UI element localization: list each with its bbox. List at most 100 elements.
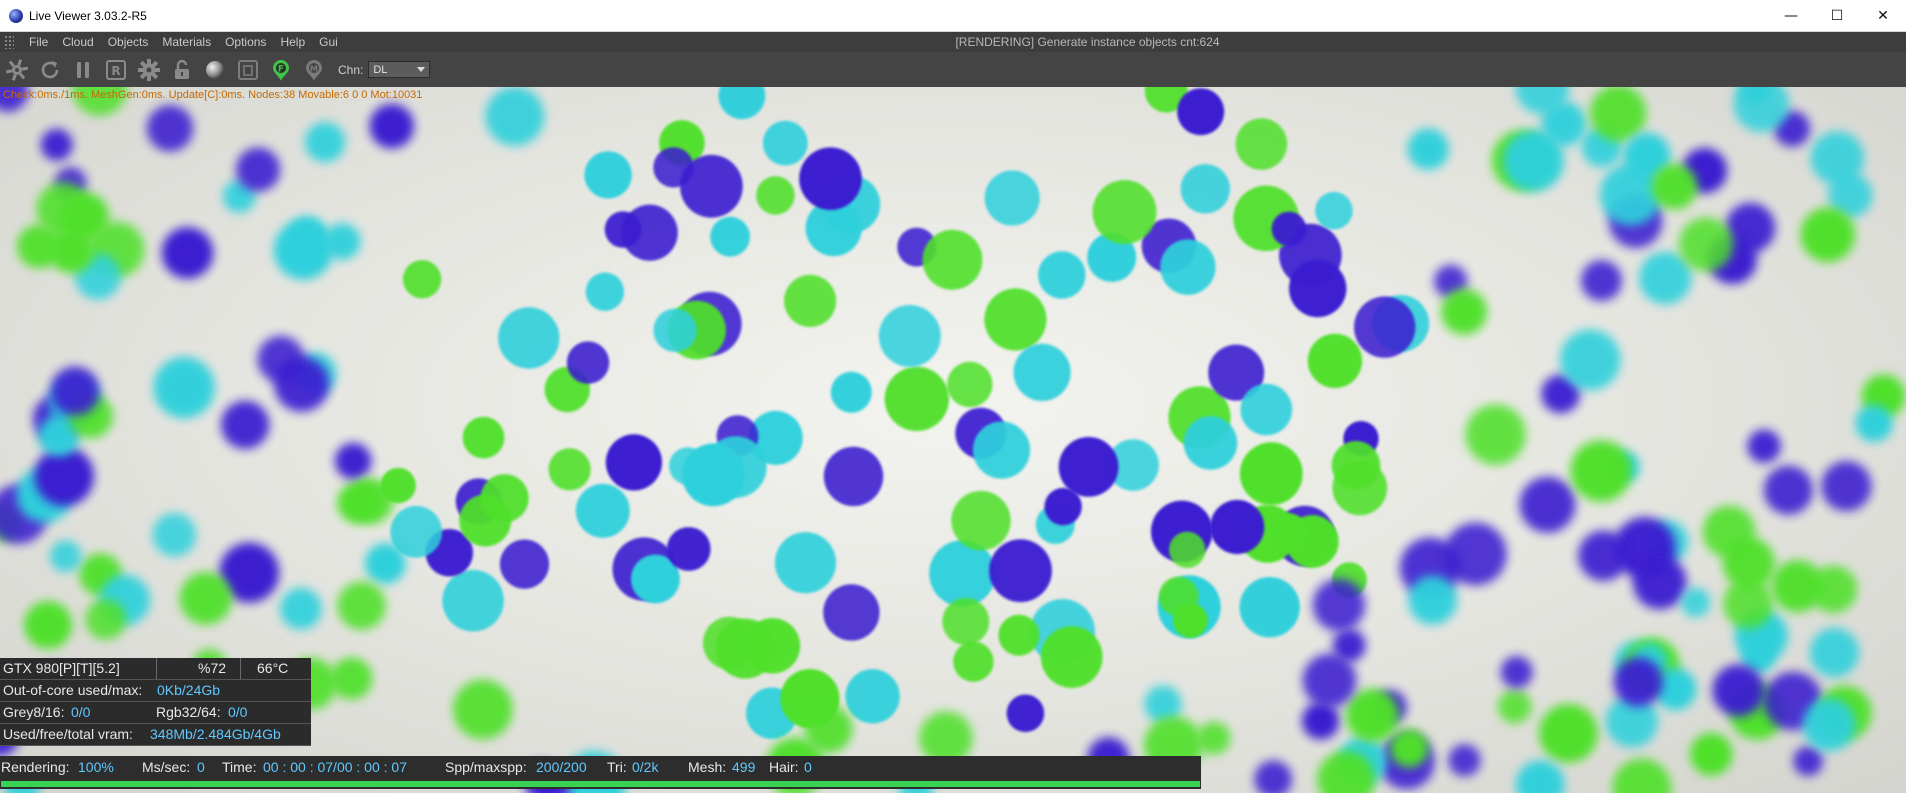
sphere xyxy=(1651,163,1698,210)
sphere xyxy=(1407,128,1449,170)
hair-label: Hair: xyxy=(769,759,799,775)
sphere xyxy=(947,361,993,408)
sphere xyxy=(1390,729,1429,768)
sphere xyxy=(1810,131,1865,185)
sphere xyxy=(236,147,281,192)
sphere xyxy=(929,540,996,607)
material-ball-icon xyxy=(206,60,224,79)
menu-help[interactable]: Help xyxy=(273,32,312,52)
sphere xyxy=(666,527,711,571)
close-button[interactable]: ✕ xyxy=(1860,0,1906,31)
spp-label: Spp/maxspp: xyxy=(445,759,527,775)
sphere xyxy=(823,584,880,641)
sphere xyxy=(334,442,372,480)
vram-row: Used/free/total vram: 348Mb/2.484Gb/4Gb xyxy=(0,724,311,746)
pause-render-button[interactable] xyxy=(69,56,97,84)
sphere xyxy=(804,705,853,753)
menu-cloud[interactable]: Cloud xyxy=(55,32,100,52)
sphere xyxy=(49,540,82,572)
sphere xyxy=(1689,732,1733,776)
sphere xyxy=(548,448,591,491)
sphere xyxy=(1855,404,1893,443)
mesh-label: Mesh: xyxy=(688,759,727,775)
focus-picker-button[interactable]: F xyxy=(267,56,295,84)
sphere xyxy=(1158,576,1199,617)
sphere xyxy=(1160,239,1216,295)
sphere xyxy=(774,532,837,594)
gpu-info-panel: GTX 980[P][T][5.2] %72 66°C Out-of-core … xyxy=(0,658,311,746)
rgb-value: 0/0 xyxy=(228,704,248,720)
sphere xyxy=(1239,442,1303,506)
sphere xyxy=(179,572,233,625)
sphere xyxy=(1408,575,1458,625)
tri-value: 0/2k xyxy=(632,759,659,775)
time-label: Time: xyxy=(222,759,257,775)
sphere xyxy=(884,366,949,432)
sphere xyxy=(972,421,1031,479)
sphere xyxy=(480,474,529,523)
restart-render-button[interactable] xyxy=(36,56,64,84)
vram-label: Used/free/total vram: xyxy=(3,726,133,742)
send-scene-button[interactable] xyxy=(3,56,31,84)
sphere xyxy=(1802,698,1856,752)
sphere xyxy=(951,490,1011,551)
grip-icon[interactable] xyxy=(4,35,14,49)
sphere xyxy=(1613,657,1663,707)
menu-objects[interactable]: Objects xyxy=(101,32,156,52)
sphere xyxy=(146,105,194,152)
rgb-label: Rgb32/64: xyxy=(156,704,221,720)
sphere xyxy=(1444,522,1507,586)
divider xyxy=(240,658,241,679)
rendering-value: 100% xyxy=(78,759,114,775)
sphere xyxy=(1723,578,1774,629)
maximize-button[interactable]: ☐ xyxy=(1814,0,1860,31)
lock-icon xyxy=(175,59,189,79)
vram-value: 348Mb/2.484Gb/4Gb xyxy=(150,726,281,742)
material-picker-button[interactable]: M xyxy=(300,56,328,84)
sphere xyxy=(1515,760,1565,793)
sphere xyxy=(1239,577,1300,638)
sphere xyxy=(1678,217,1734,272)
menu-materials[interactable]: Materials xyxy=(155,32,218,52)
sphere xyxy=(1180,164,1231,214)
sphere xyxy=(823,446,884,507)
sphere xyxy=(1038,251,1086,299)
settings-button[interactable] xyxy=(135,56,163,84)
sphere xyxy=(1599,163,1662,226)
grey-value: 0/0 xyxy=(71,704,91,720)
menu-gui[interactable]: Gui xyxy=(312,32,345,52)
sphere xyxy=(48,227,95,274)
sphere xyxy=(605,434,663,491)
channel-select[interactable]: DL xyxy=(368,61,431,78)
sphere xyxy=(762,120,808,166)
menu-file[interactable]: File xyxy=(22,32,55,52)
sphere xyxy=(152,512,197,557)
sphere xyxy=(942,598,990,645)
sphere xyxy=(1712,664,1765,717)
material-preview-button[interactable] xyxy=(201,56,229,84)
title-bar: Live Viewer 3.03.2-R5 — ☐ ✕ xyxy=(0,0,1906,32)
menu-bar: File Cloud Objects Materials Options Hel… xyxy=(0,32,1906,52)
sphere xyxy=(1177,88,1225,136)
sphere xyxy=(1497,689,1532,724)
out-of-core-value: 0Kb/24Gb xyxy=(157,682,221,698)
menu-options[interactable]: Options xyxy=(218,32,273,52)
lock-button[interactable] xyxy=(168,56,196,84)
window-title: Live Viewer 3.03.2-R5 xyxy=(29,8,147,23)
sphere xyxy=(1465,404,1526,465)
svg-text:F: F xyxy=(278,64,284,74)
sphere xyxy=(1183,416,1238,470)
region-render-button[interactable]: R xyxy=(102,56,130,84)
sphere xyxy=(485,87,545,146)
minimize-button[interactable]: — xyxy=(1768,0,1814,31)
sphere xyxy=(1332,460,1388,516)
sphere xyxy=(1612,758,1672,793)
render-progress-bar xyxy=(0,779,1201,789)
sphere xyxy=(347,478,394,524)
clay-mode-button[interactable] xyxy=(234,56,262,84)
gear-icon xyxy=(5,58,29,81)
sphere xyxy=(1821,461,1872,512)
sphere xyxy=(998,614,1040,656)
out-of-core-row: Out-of-core used/max: 0Kb/24Gb xyxy=(0,680,311,702)
sphere xyxy=(953,641,994,682)
